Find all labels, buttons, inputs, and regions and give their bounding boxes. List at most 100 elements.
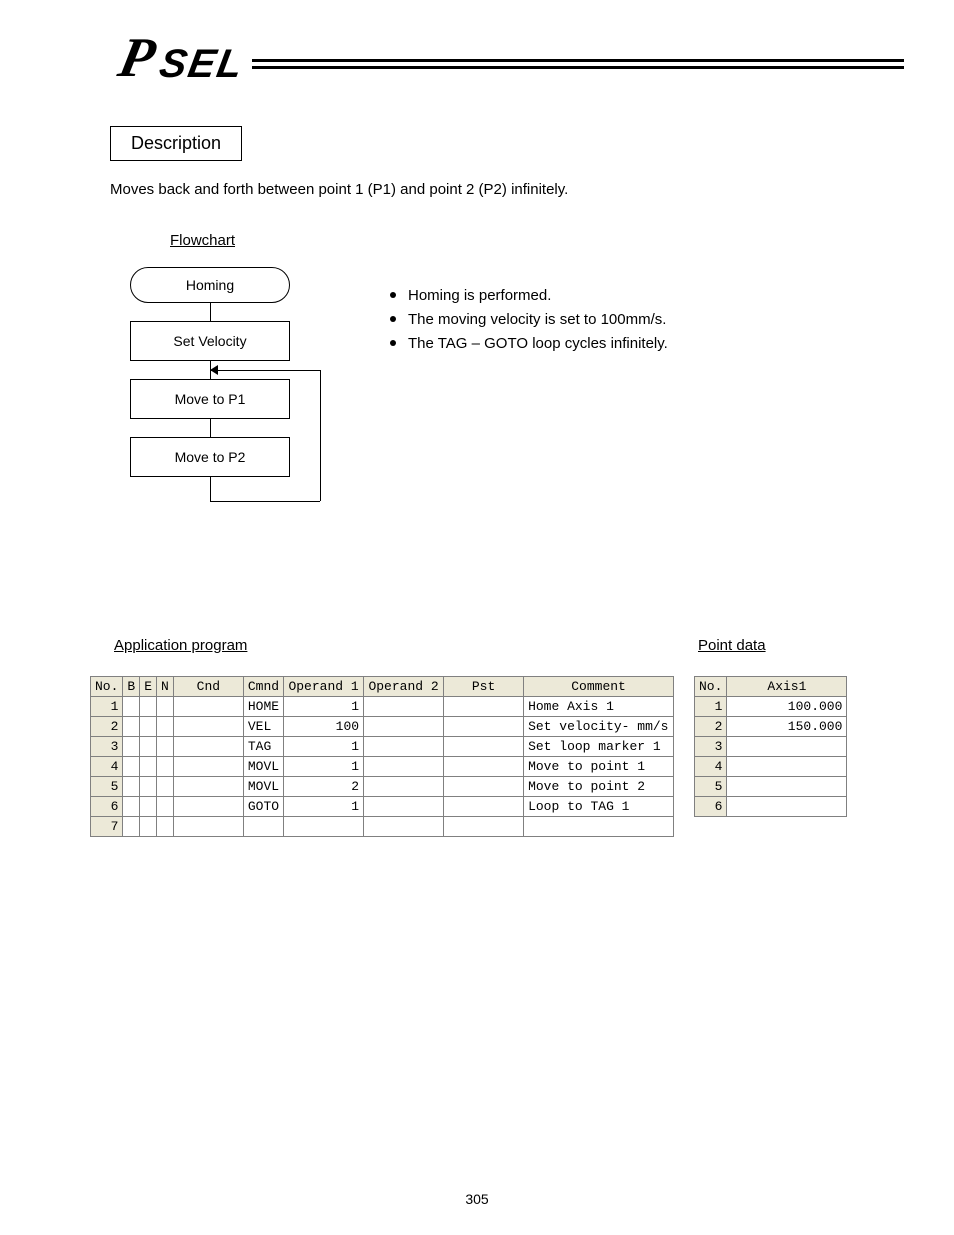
cell-pst [444,816,524,836]
cell-cmnd: VEL [243,716,283,736]
cell-op2 [364,816,444,836]
cell-no: 2 [695,716,727,736]
table-row: 2VEL100Set velocity- mm/s [91,716,674,736]
cell-op1: 1 [284,696,364,716]
cell-e [140,816,157,836]
col-n: N [157,676,174,696]
cell-e [140,736,157,756]
cell-op1: 1 [284,756,364,776]
col-axis1: Axis1 [727,676,847,696]
bullet-text: Homing is performed. [408,284,551,308]
col-op1: Operand 1 [284,676,364,696]
cell-cmnd: MOVL [243,776,283,796]
bullet-text: The TAG – GOTO loop cycles infinitely. [408,332,668,356]
cell-no: 5 [91,776,123,796]
table-row: 5 [695,776,847,796]
cell-cmnd: GOTO [243,796,283,816]
col-cmnd: Cmnd [243,676,283,696]
app-program-heading: Application program [114,637,678,654]
table-row: 3TAG1Set loop marker 1 [91,736,674,756]
cell-op1 [284,816,364,836]
table-row: 6GOTO1Loop to TAG 1 [91,796,674,816]
cell-op2 [364,776,444,796]
col-e: E [140,676,157,696]
bullet-icon [390,292,396,298]
table-row: 4MOVL1Move to point 1 [91,756,674,776]
table-row: 2150.000 [695,716,847,736]
col-pst: Pst [444,676,524,696]
cell-comment [524,816,674,836]
section-title: Description [110,126,242,161]
cell-axis1 [727,736,847,756]
cell-no: 4 [91,756,123,776]
cell-comment: Home Axis 1 [524,696,674,716]
cell-b [123,816,140,836]
cell-e [140,756,157,776]
cell-no: 6 [695,796,727,816]
point-data-heading: Point data [698,637,864,654]
intro-text: Moves back and forth between point 1 (P1… [110,179,904,202]
point-table: No. Axis1 1100.0002150.0003456 [694,676,847,817]
flow-node-move-p1: Move to P1 [130,379,290,419]
cell-cnd [173,816,243,836]
cell-cnd [173,776,243,796]
cell-e [140,716,157,736]
cell-op2 [364,796,444,816]
bullet-icon [390,316,396,322]
cell-axis1 [727,796,847,816]
cell-cmnd: TAG [243,736,283,756]
logo-p: P [114,30,160,86]
cell-op2 [364,756,444,776]
cell-b [123,736,140,756]
cell-b [123,796,140,816]
col-op2: Operand 2 [364,676,444,696]
table-row: 6 [695,796,847,816]
table-row: 4 [695,756,847,776]
cell-op1: 100 [284,716,364,736]
cell-n [157,776,174,796]
cell-n [157,736,174,756]
cell-pst [444,736,524,756]
bullet-list: Homing is performed. The moving velocity… [390,284,668,537]
cell-no: 4 [695,756,727,776]
cell-op1: 2 [284,776,364,796]
cell-n [157,816,174,836]
cell-comment: Move to point 1 [524,756,674,776]
cell-cnd [173,696,243,716]
cell-no: 7 [91,816,123,836]
cell-n [157,796,174,816]
cell-cnd [173,736,243,756]
cell-op2 [364,696,444,716]
cell-axis1 [727,776,847,796]
cell-cmnd: HOME [243,696,283,716]
cell-comment: Move to point 2 [524,776,674,796]
cell-cmnd [243,816,283,836]
cell-cnd [173,716,243,736]
cell-cnd [173,796,243,816]
cell-no: 3 [695,736,727,756]
table-row: 3 [695,736,847,756]
flow-node-move-p2: Move to P2 [130,437,290,477]
cell-no: 1 [695,696,727,716]
col-no: No. [91,676,123,696]
col-comment: Comment [524,676,674,696]
page-header: P SEL [120,30,904,86]
cell-b [123,776,140,796]
flow-node-homing: Homing [130,267,290,303]
flow-node-set-velocity: Set Velocity [130,321,290,361]
cell-e [140,796,157,816]
cell-n [157,756,174,776]
cell-e [140,776,157,796]
cell-b [123,716,140,736]
cell-op1: 1 [284,736,364,756]
col-cnd: Cnd [173,676,243,696]
cell-cnd [173,756,243,776]
logo-sel: SEL [157,44,248,84]
bullet-icon [390,340,396,346]
cell-op2 [364,736,444,756]
page-number: 305 [0,1191,954,1207]
cell-b [123,756,140,776]
table-row: 7 [91,816,674,836]
col-no: No. [695,676,727,696]
cell-axis1: 150.000 [727,716,847,736]
